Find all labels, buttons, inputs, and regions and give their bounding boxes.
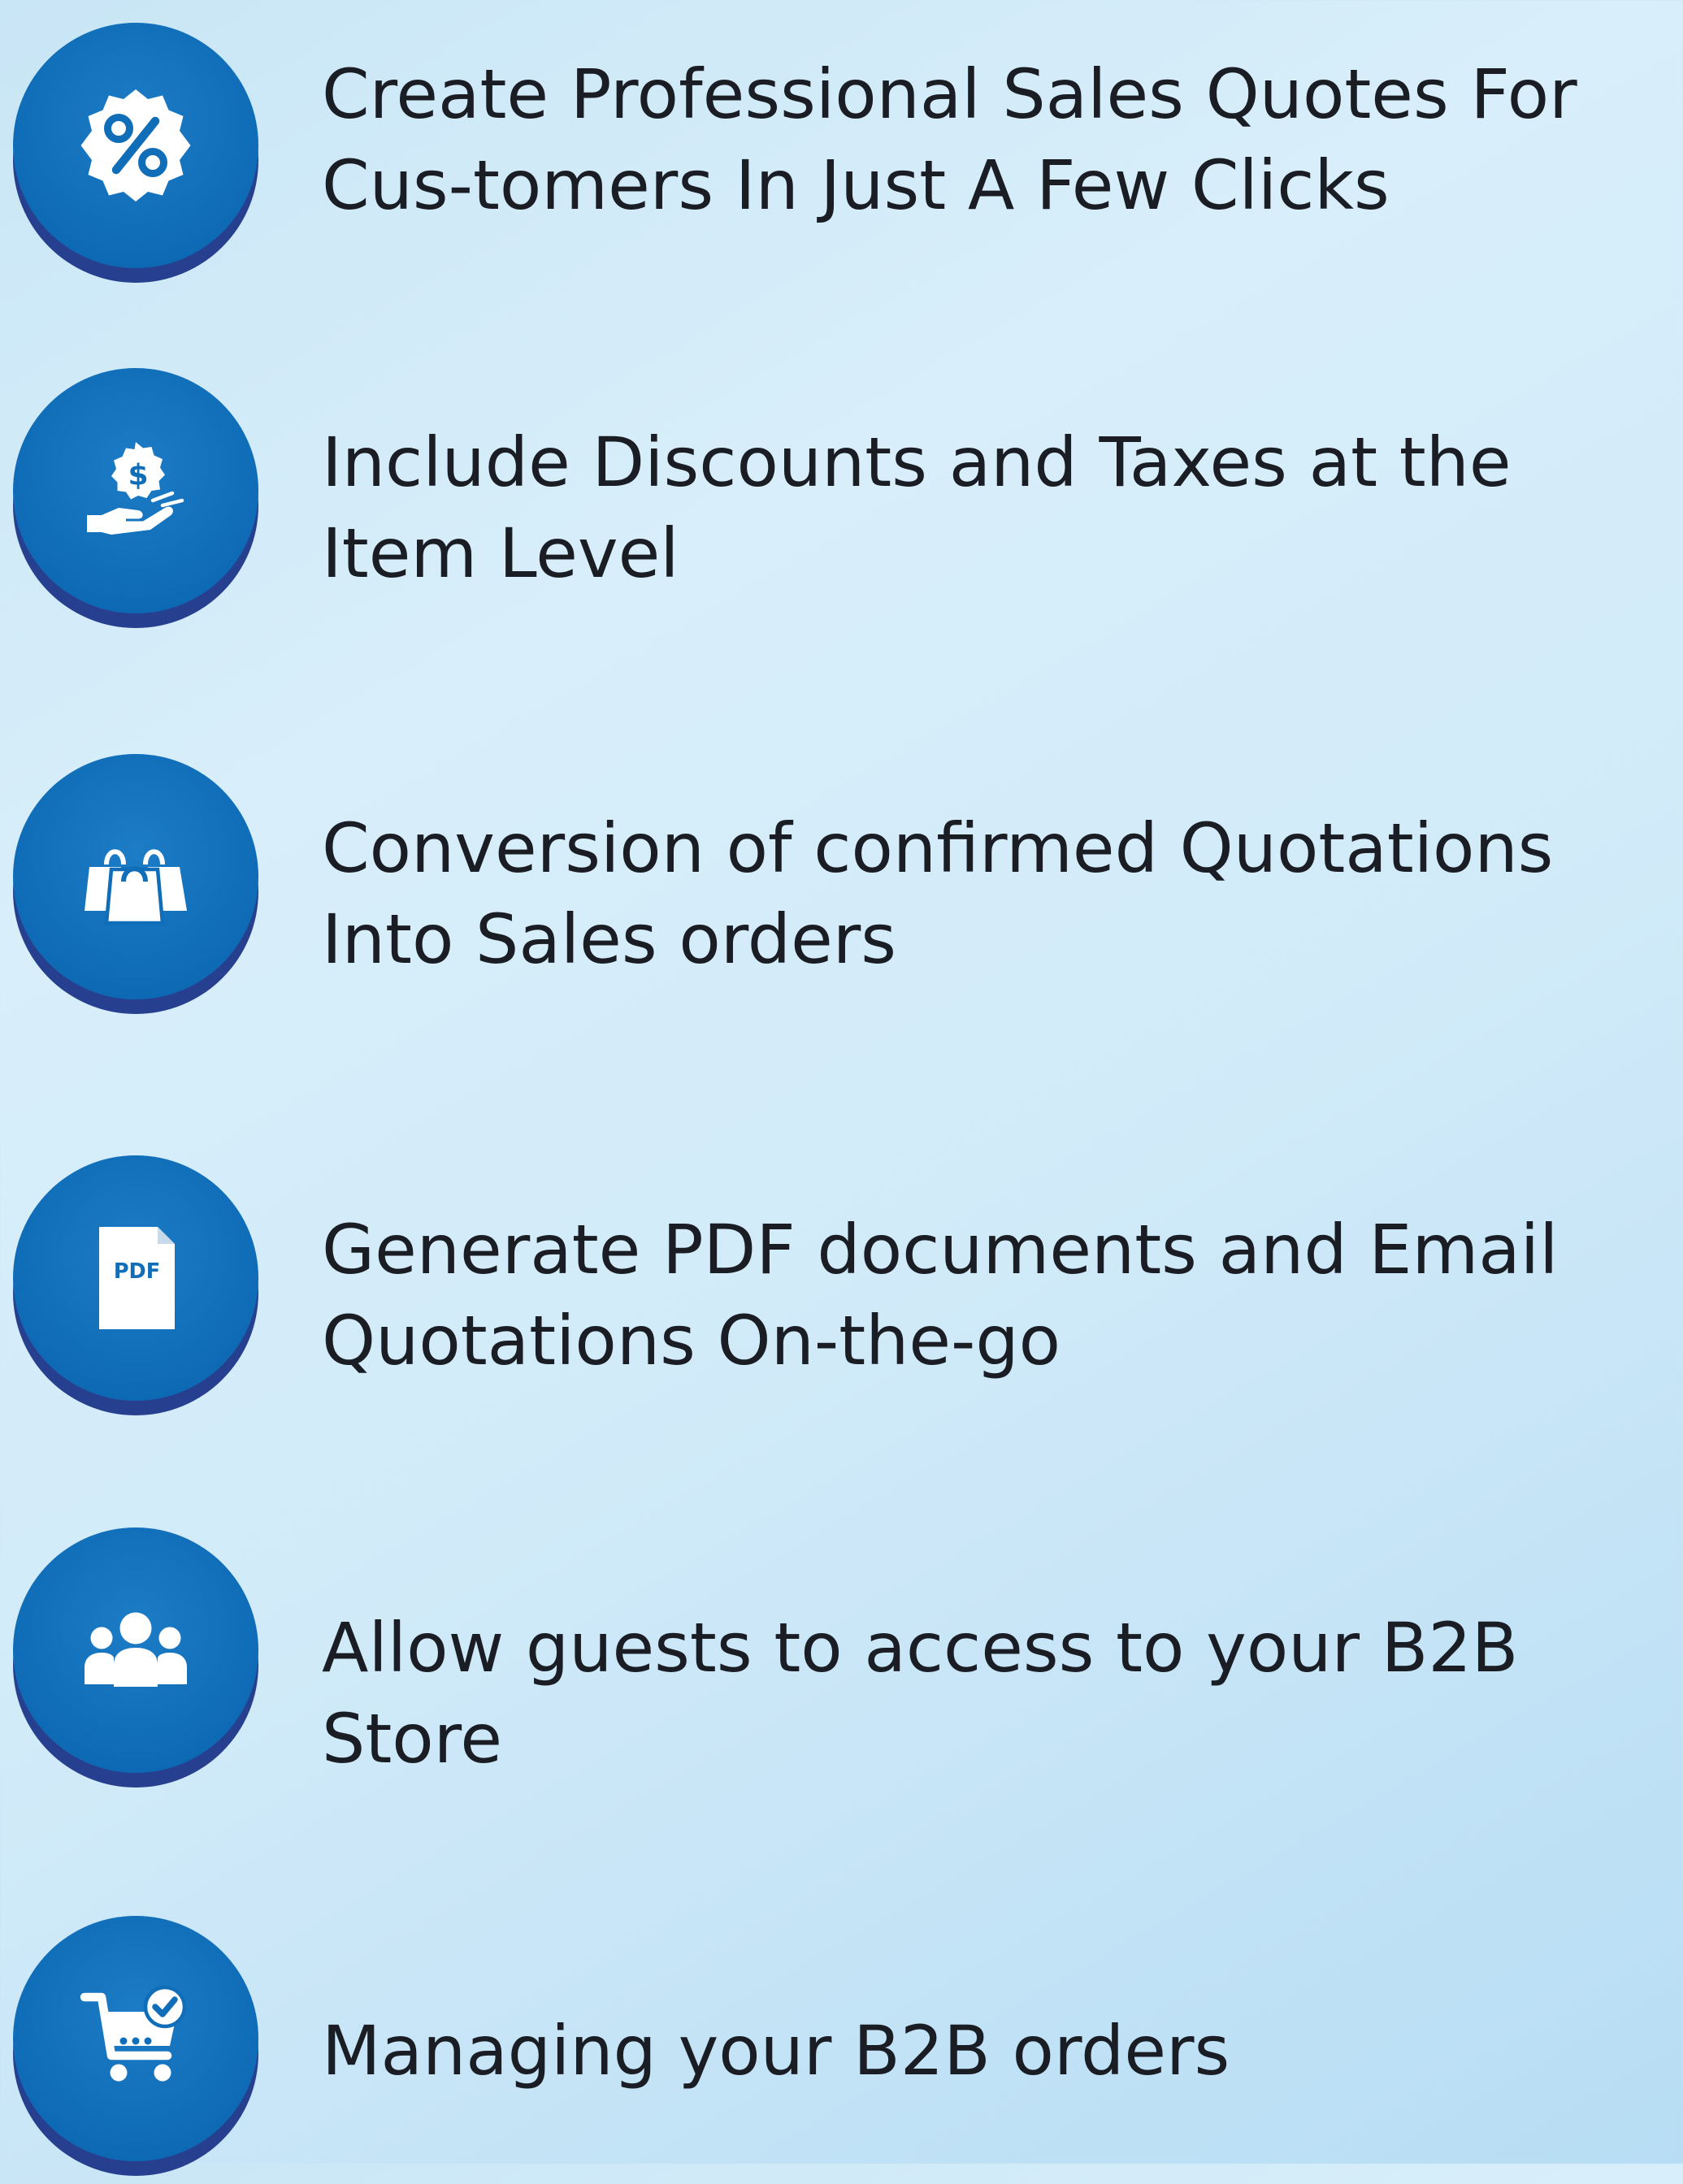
feature-item-discounts: $ Include Discounts and Taxes at the Ite… [0,368,1683,636]
cart-check-icon [80,1985,187,2082]
feature-item-quotes: Create Professional Sales Quotes For Cus… [0,23,1683,291]
feature-item-pdf: PDF Generate PDF documents and Email Quo… [0,1155,1683,1424]
feature-text: Allow guests to access to your B2B Store [322,1608,1519,1779]
feature-badge [13,1528,258,1789]
money-hand-icon: $ [87,442,184,535]
feature-text: Generate PDF documents and Email Quotati… [322,1210,1559,1380]
feature-text: Managing your B2B orders [322,2011,1230,2091]
feature-badge [13,754,258,1016]
percent-badge-icon [80,89,191,202]
feature-item-conversion: Conversion of confirmed Quotations Into … [0,754,1683,1022]
feature-badge: PDF [13,1155,258,1417]
feature-item-orders: Managing your B2B orders [0,1916,1683,2184]
users-group-icon [85,1612,187,1687]
feature-badge: $ [13,368,258,630]
pdf-document-icon: PDF [99,1227,175,1329]
pdf-label: PDF [114,1259,160,1284]
shopping-bags-icon [85,849,187,925]
feature-text: Conversion of confirmed Quotations Into … [322,808,1554,979]
feature-text: Include Discounts and Taxes at the Item … [322,422,1512,593]
feature-text: Create Professional Sales Quotes For Cus… [322,54,1577,225]
feature-badge [13,1916,258,2178]
feature-item-guests: Allow guests to access to your B2B Store [0,1528,1683,1796]
feature-badge [13,23,258,284]
svg-text:$: $ [128,459,148,492]
